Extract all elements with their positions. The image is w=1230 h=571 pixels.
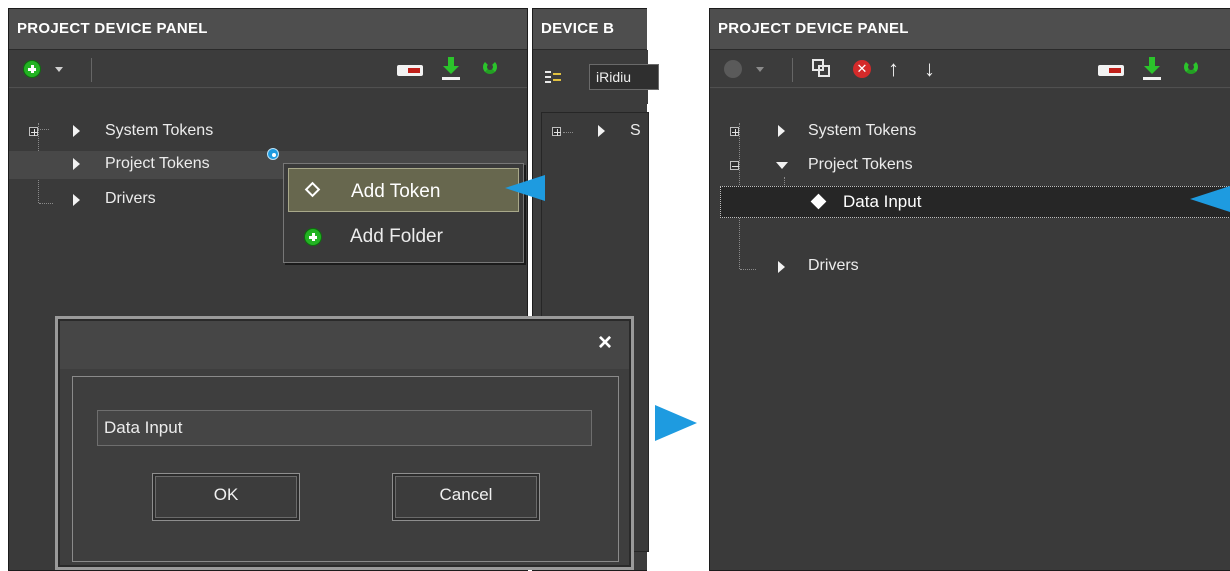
- tree-item-project-tokens[interactable]: Project Tokens: [710, 153, 1230, 179]
- input-value: Data Input: [104, 418, 183, 437]
- menu-item-add-folder[interactable]: Add Folder: [288, 216, 519, 258]
- arrow-up-icon[interactable]: ↑: [888, 56, 899, 82]
- caret-right-icon: [598, 125, 605, 137]
- toolbar: ✕ ↑ ↓: [710, 50, 1230, 88]
- refresh-icon[interactable]: [483, 60, 497, 74]
- tree-item-label[interactable]: S: [630, 122, 641, 140]
- tree-item-label: Drivers: [105, 190, 156, 207]
- expand-icon[interactable]: [552, 127, 561, 136]
- chevron-down-icon[interactable]: [756, 67, 764, 72]
- tree-item-data-input[interactable]: Data Input: [720, 186, 1230, 218]
- caret-down-icon: [776, 162, 788, 169]
- click-indicator-icon: [267, 148, 279, 160]
- keyboard-icon[interactable]: [1098, 65, 1124, 76]
- expand-icon[interactable]: [29, 127, 38, 136]
- add-folder-icon: [304, 228, 322, 246]
- transition-arrow-icon: [655, 405, 697, 441]
- expand-icon[interactable]: [730, 127, 739, 136]
- right-project-device-panel: PROJECT DEVICE PANEL ✕ ↑ ↓ System Tokens…: [709, 8, 1230, 571]
- download-icon[interactable]: [1142, 57, 1162, 81]
- device-dropdown[interactable]: iRidiu: [589, 64, 659, 90]
- menu-item-label: Add Folder: [350, 226, 443, 247]
- dropdown-value: iRidiu: [596, 69, 632, 85]
- caret-right-icon: [778, 125, 785, 137]
- panel-title: PROJECT DEVICE PANEL: [710, 9, 1230, 50]
- token-name-input[interactable]: Data Input: [97, 410, 592, 446]
- caret-right-icon: [73, 125, 80, 137]
- dialog-titlebar: ×: [60, 321, 629, 369]
- tree-item-label: Project Tokens: [105, 155, 210, 172]
- tree-item-drivers[interactable]: Drivers: [710, 254, 1230, 280]
- toolbar: [9, 50, 527, 88]
- tree-item-label: Data Input: [843, 192, 922, 211]
- tree-item-system-tokens[interactable]: System Tokens: [9, 119, 527, 145]
- collapse-icon[interactable]: [730, 161, 739, 170]
- tree-item-label: Project Tokens: [808, 156, 913, 173]
- toolbar-divider: [792, 58, 793, 82]
- dialog-body-frame: Data Input OK Cancel: [72, 376, 619, 562]
- toolbar-divider: [91, 58, 92, 82]
- tree-line: [563, 132, 573, 133]
- list-view-icon[interactable]: [545, 70, 561, 84]
- context-menu: Add Token Add Folder: [283, 163, 524, 263]
- ok-button[interactable]: OK: [152, 473, 300, 521]
- tree-item-label: System Tokens: [808, 122, 917, 139]
- tree-item-label: System Tokens: [105, 122, 214, 139]
- panel-title: DEVICE B: [533, 9, 647, 50]
- cancel-button[interactable]: Cancel: [392, 473, 540, 521]
- toolbar: iRidiu: [533, 50, 659, 104]
- delete-icon[interactable]: ✕: [853, 60, 871, 78]
- tree-view: System Tokens Project Tokens Data Input …: [710, 89, 1230, 570]
- panel-title: PROJECT DEVICE PANEL: [9, 9, 527, 50]
- refresh-icon[interactable]: [1184, 60, 1198, 74]
- caret-right-icon: [73, 194, 80, 206]
- add-icon[interactable]: [23, 60, 41, 78]
- menu-item-add-token[interactable]: Add Token: [288, 168, 519, 212]
- add-token-dialog: × Data Input OK Cancel: [55, 316, 634, 570]
- token-diamond-icon: [810, 193, 827, 210]
- download-icon[interactable]: [441, 57, 461, 81]
- close-icon[interactable]: ×: [598, 331, 612, 355]
- menu-item-label: Add Token: [351, 181, 441, 202]
- tree-item-label: Drivers: [808, 257, 859, 274]
- chevron-down-icon[interactable]: [55, 67, 63, 72]
- arrow-down-icon[interactable]: ↓: [924, 56, 935, 82]
- caret-right-icon: [778, 261, 785, 273]
- duplicate-icon[interactable]: [812, 59, 832, 79]
- tree-item-system-tokens[interactable]: System Tokens: [710, 119, 1230, 145]
- token-diamond-icon: [304, 181, 321, 198]
- caret-right-icon: [73, 158, 80, 170]
- pointer-arrow-icon: [505, 175, 545, 201]
- add-disabled-icon[interactable]: [724, 60, 742, 78]
- keyboard-icon[interactable]: [397, 65, 423, 76]
- pointer-arrow-icon: [1190, 186, 1230, 212]
